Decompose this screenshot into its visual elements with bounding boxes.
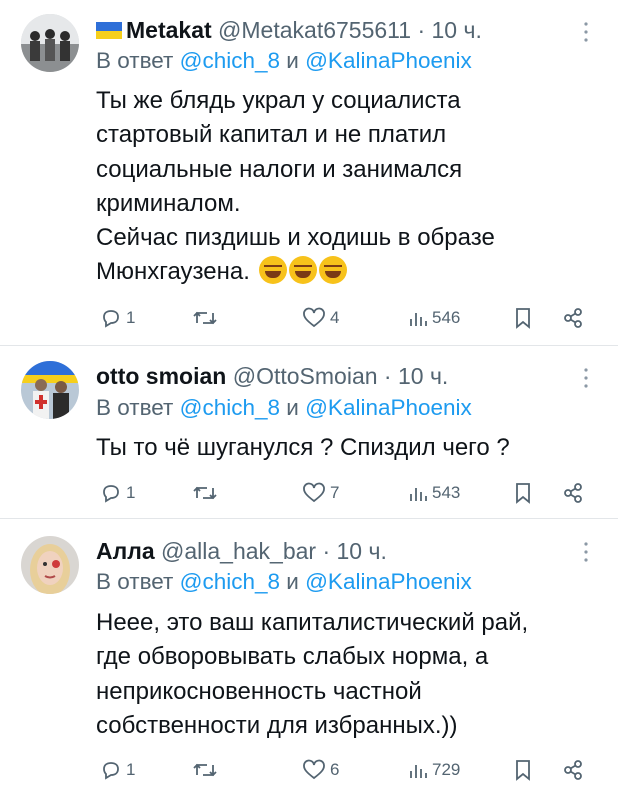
avatar[interactable]	[21, 536, 79, 594]
like-button[interactable]: 7	[302, 478, 339, 508]
heart-icon	[303, 307, 325, 328]
tweet-text: Неее, это ваш капиталистический рай, где…	[96, 606, 576, 743]
avatar-photo	[21, 14, 79, 72]
reply-context: В ответ @chich_8 и @KalinaPhoenix	[96, 394, 472, 422]
tweet-text: Ты же блядь украл у социалиста стартовый…	[96, 84, 576, 290]
timestamp[interactable]: · 10 ч.	[322, 538, 386, 564]
reply-button[interactable]: 1	[100, 303, 135, 333]
views-icon	[410, 313, 427, 326]
avatar[interactable]	[21, 361, 79, 419]
like-count: 4	[330, 308, 340, 327]
reply-count: 1	[126, 483, 136, 502]
tweet-text-content: Ты то чё шуганулся ? Спиздил чего ?	[96, 434, 510, 461]
display-name[interactable]: Алла	[96, 538, 155, 564]
action-bar: 1 4 546	[96, 303, 586, 333]
mention-link[interactable]: @KalinaPhoenix	[305, 395, 472, 420]
avatar[interactable]	[21, 14, 79, 72]
view-count: 546	[432, 308, 461, 327]
views-button[interactable]: 546	[408, 303, 460, 333]
rofl-emoji-icon	[318, 256, 347, 285]
user-handle[interactable]: @alla_hak_bar	[161, 538, 316, 564]
share-button[interactable]	[562, 755, 584, 785]
tweet[interactable]: Metakat @Metakat6755611 · 10 ч. В ответ …	[0, 0, 618, 345]
reply-and: и	[280, 569, 306, 594]
reply-prefix: В ответ	[96, 569, 180, 594]
reply-icon	[103, 485, 119, 503]
retweet-icon	[193, 763, 217, 777]
tweet[interactable]: Алла @alla_hak_bar · 10 ч. В ответ @chic…	[0, 519, 618, 793]
views-icon	[410, 488, 427, 501]
reply-button[interactable]: 1	[100, 478, 135, 508]
view-count: 543	[432, 483, 461, 502]
like-button[interactable]: 4	[302, 303, 339, 333]
reply-icon	[103, 310, 119, 328]
reply-prefix: В ответ	[96, 48, 180, 73]
bookmark-icon	[516, 483, 530, 504]
views-icon	[410, 765, 427, 778]
retweet-button[interactable]	[192, 303, 218, 333]
reply-count: 1	[126, 308, 136, 327]
more-icon[interactable]	[578, 366, 594, 390]
avatar-photo	[21, 361, 79, 419]
timestamp[interactable]: · 10 ч.	[384, 363, 448, 389]
reply-and: и	[280, 395, 306, 420]
bookmark-icon	[516, 308, 530, 329]
retweet-icon	[193, 311, 217, 325]
share-icon	[564, 483, 582, 503]
heart-icon	[303, 482, 325, 503]
share-button[interactable]	[562, 478, 584, 508]
reply-prefix: В ответ	[96, 395, 180, 420]
bookmark-button[interactable]	[514, 478, 532, 508]
reply-and: и	[280, 48, 306, 73]
ukraine-flag-icon	[96, 22, 122, 39]
retweet-icon	[193, 486, 217, 500]
retweet-button[interactable]	[192, 478, 218, 508]
user-handle[interactable]: @OttoSmoian	[233, 363, 378, 389]
rofl-emoji-icon	[288, 256, 317, 285]
mention-link[interactable]: @chich_8	[180, 48, 280, 73]
more-icon[interactable]	[578, 20, 594, 44]
tweet-text-content: Неее, это ваш капиталистический рай, где…	[96, 609, 529, 739]
bookmark-icon	[516, 760, 530, 781]
heart-icon	[303, 759, 325, 780]
avatar-photo	[21, 536, 79, 594]
share-icon	[564, 308, 582, 328]
rofl-emoji-icon	[258, 256, 287, 285]
reply-button[interactable]: 1	[100, 755, 135, 785]
user-handle[interactable]: @Metakat6755611	[218, 17, 411, 43]
views-button[interactable]: 543	[408, 478, 460, 508]
like-count: 7	[330, 483, 340, 502]
share-button[interactable]	[562, 303, 584, 333]
like-button[interactable]: 6	[302, 755, 339, 785]
mention-link[interactable]: @chich_8	[180, 569, 280, 594]
action-bar: 1 6 729	[96, 755, 586, 785]
mention-link[interactable]: @KalinaPhoenix	[305, 569, 472, 594]
reply-count: 1	[126, 760, 136, 779]
display-name[interactable]: Metakat	[126, 17, 212, 43]
retweet-button[interactable]	[192, 755, 218, 785]
reply-context: В ответ @chich_8 и @KalinaPhoenix	[96, 568, 472, 596]
timestamp[interactable]: · 10 ч.	[417, 17, 481, 43]
mention-link[interactable]: @chich_8	[180, 395, 280, 420]
share-icon	[564, 760, 582, 780]
tweet-text: Ты то чё шуганулся ? Спиздил чего ?	[96, 431, 576, 465]
tweet[interactable]: otto smoian @OttoSmoian · 10 ч. В ответ …	[0, 346, 618, 518]
like-count: 6	[330, 760, 340, 779]
reply-icon	[103, 762, 119, 780]
view-count: 729	[432, 760, 461, 779]
views-button[interactable]: 729	[408, 755, 460, 785]
display-name[interactable]: otto smoian	[96, 363, 226, 389]
bookmark-button[interactable]	[514, 755, 532, 785]
action-bar: 1 7 543	[96, 478, 586, 508]
reply-context: В ответ @chich_8 и @KalinaPhoenix	[96, 47, 472, 75]
tweet-text-content: Ты же блядь украл у социалиста стартовый…	[96, 87, 495, 286]
more-icon[interactable]	[578, 540, 594, 564]
bookmark-button[interactable]	[514, 303, 532, 333]
mention-link[interactable]: @KalinaPhoenix	[305, 48, 472, 73]
